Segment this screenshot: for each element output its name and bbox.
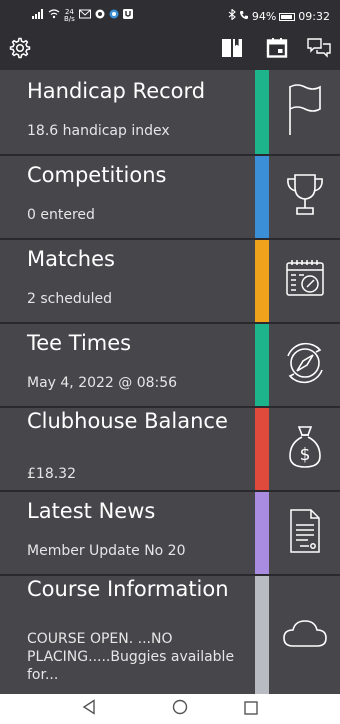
net-speed: 24 B/s bbox=[64, 9, 75, 23]
recents-icon bbox=[244, 700, 258, 719]
cloud-icon bbox=[281, 616, 329, 654]
wifi-icon bbox=[48, 9, 60, 23]
tile-icon-area bbox=[269, 324, 340, 406]
bluetooth-icon bbox=[228, 8, 236, 24]
document-icon bbox=[286, 507, 324, 559]
calendar-icon bbox=[265, 36, 289, 64]
tile-matches[interactable]: Matches 2 scheduled bbox=[0, 238, 340, 322]
tile-icon-area bbox=[269, 576, 340, 694]
calendar-clock-icon bbox=[283, 257, 327, 305]
scorecard-button[interactable] bbox=[218, 36, 246, 64]
tile-subtitle: May 4, 2022 @ 08:56 bbox=[27, 375, 178, 391]
money-bag-icon: $ bbox=[285, 423, 325, 475]
scorecard-icon bbox=[220, 36, 244, 64]
trophy-icon bbox=[283, 171, 327, 223]
tile-title: Clubhouse Balance bbox=[27, 409, 228, 433]
accent-bar bbox=[255, 70, 269, 154]
app-notification-icon bbox=[122, 9, 133, 23]
app-notification-icon bbox=[109, 9, 119, 23]
compass-icon bbox=[282, 340, 328, 390]
tile-title: Matches bbox=[27, 247, 115, 271]
signal-icon bbox=[32, 9, 44, 23]
tile-competitions[interactable]: Competitions 0 entered bbox=[0, 154, 340, 238]
calendar-button[interactable] bbox=[263, 36, 291, 64]
chat-icon bbox=[306, 36, 332, 64]
tile-icon-area bbox=[269, 492, 340, 574]
app-notification-icon bbox=[95, 9, 105, 23]
accent-bar bbox=[255, 324, 269, 406]
home-icon bbox=[172, 699, 188, 719]
svg-text:$: $ bbox=[299, 445, 310, 465]
back-icon bbox=[82, 699, 96, 719]
battery-percent: 94% bbox=[251, 10, 277, 23]
recents-button[interactable] bbox=[241, 700, 261, 718]
tile-handicap-record[interactable]: Handicap Record 18.6 handicap index bbox=[0, 70, 340, 154]
status-bar: 24 B/s 94% 09:32 bbox=[0, 0, 340, 30]
tile-subtitle: Member Update No 20 bbox=[27, 543, 186, 559]
home-button[interactable] bbox=[170, 699, 190, 719]
status-left: 24 B/s bbox=[32, 9, 133, 23]
accent-bar bbox=[255, 576, 269, 694]
messages-button[interactable] bbox=[305, 36, 333, 64]
tile-course-information[interactable]: Course Information COURSE OPEN. ...NO PL… bbox=[0, 574, 340, 694]
status-right: 94% 09:32 bbox=[228, 8, 330, 24]
tile-tee-times[interactable]: Tee Times May 4, 2022 @ 08:56 bbox=[0, 322, 340, 406]
clock: 09:32 bbox=[298, 10, 330, 23]
back-button[interactable] bbox=[79, 699, 99, 719]
tile-title: Course Information bbox=[27, 577, 229, 601]
tile-icon-area bbox=[269, 70, 340, 154]
accent-bar bbox=[255, 408, 269, 490]
system-nav-bar bbox=[0, 694, 340, 724]
tile-icon-area: $ bbox=[269, 408, 340, 490]
tile-subtitle: 2 scheduled bbox=[27, 291, 112, 307]
dashboard-tiles: Handicap Record 18.6 handicap index Comp… bbox=[0, 70, 340, 694]
tile-title: Competitions bbox=[27, 163, 167, 187]
tile-icon-area bbox=[269, 240, 340, 322]
tile-title: Handicap Record bbox=[27, 79, 206, 103]
phone-icon bbox=[239, 10, 249, 24]
flag-icon bbox=[283, 82, 327, 142]
tile-latest-news[interactable]: Latest News Member Update No 20 bbox=[0, 490, 340, 574]
accent-bar bbox=[255, 240, 269, 322]
tile-subtitle: 18.6 handicap index bbox=[27, 123, 170, 139]
battery-icon bbox=[279, 12, 296, 21]
accent-bar bbox=[255, 492, 269, 574]
app-toolbar bbox=[0, 30, 340, 70]
tile-title: Tee Times bbox=[27, 331, 132, 355]
settings-button[interactable] bbox=[6, 36, 34, 64]
tile-icon-area bbox=[269, 156, 340, 238]
tile-clubhouse-balance[interactable]: Clubhouse Balance £18.32 $ bbox=[0, 406, 340, 490]
net-speed-unit: B/s bbox=[64, 15, 75, 23]
tile-subtitle: 0 entered bbox=[27, 207, 95, 223]
gear-icon bbox=[8, 36, 32, 64]
tile-title: Latest News bbox=[27, 499, 156, 523]
accent-bar bbox=[255, 156, 269, 238]
tile-subtitle: COURSE OPEN. ...NO PLACING.....Buggies a… bbox=[27, 631, 235, 683]
tile-subtitle: £18.32 bbox=[27, 466, 76, 482]
mail-icon bbox=[78, 9, 91, 23]
